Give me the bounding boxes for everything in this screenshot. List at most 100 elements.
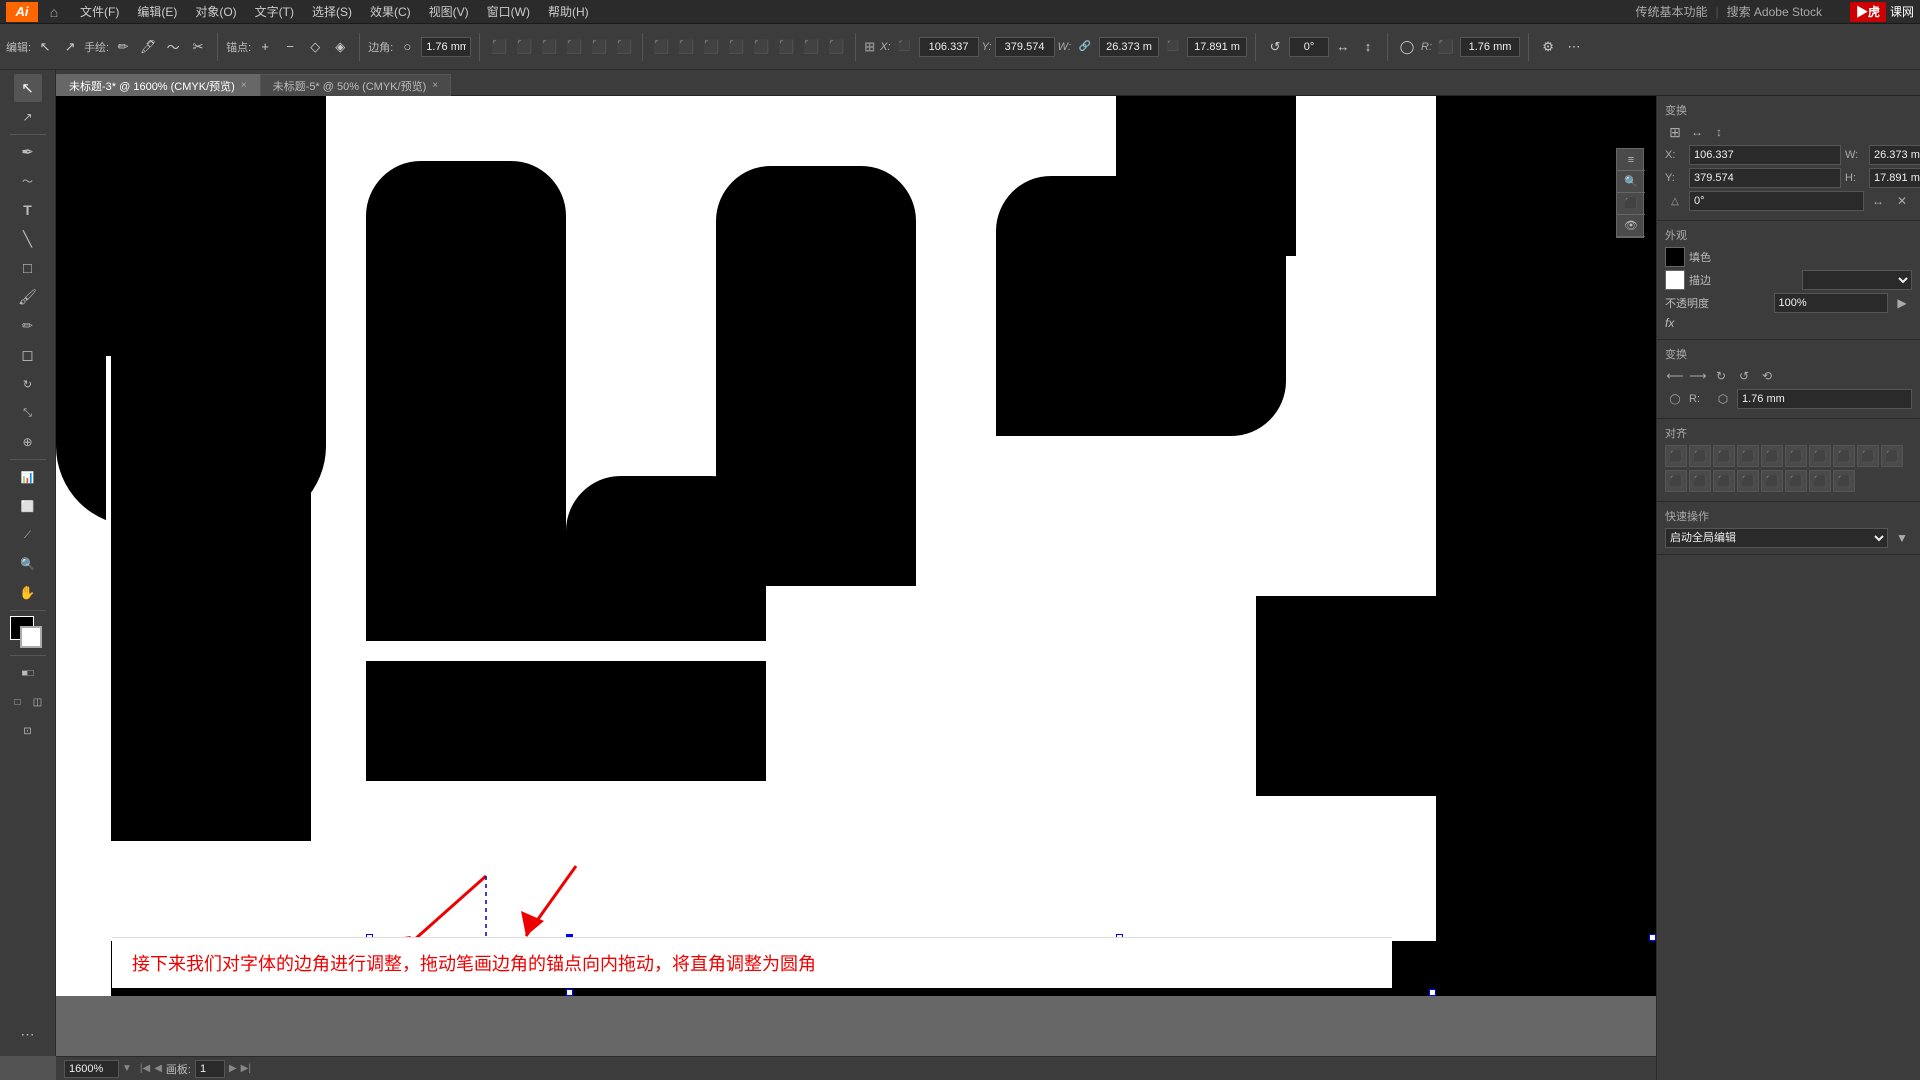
rp-w-input[interactable] [1869,145,1920,165]
distribute-v2-icon[interactable]: ⬛ [725,36,747,58]
anchor-right-3[interactable] [1649,934,1656,941]
line-tool[interactable]: ╲ [14,225,42,253]
h-input[interactable] [1187,37,1247,57]
stroke-select[interactable] [1802,270,1913,290]
scissors-icon[interactable]: ✂ [187,36,209,58]
puppet-warp-tool[interactable]: ⊕ [14,428,42,456]
dist-extra3-btn[interactable]: ⬛ [1761,470,1783,492]
t2-icon3[interactable]: ↻ [1711,366,1731,386]
add-anchor-icon[interactable]: + [254,36,276,58]
r-spin-icon[interactable]: ⬛ [1435,36,1457,58]
rp-angle-arrow2[interactable]: ✕ [1892,191,1912,211]
menu-object[interactable]: 对象(O) [187,1,244,22]
draw-normal-icon[interactable]: □ [9,688,27,716]
zoom-tool[interactable]: 🔍 [14,550,42,578]
eraser-tool[interactable]: ◻ [14,341,42,369]
quick-action-select[interactable]: 启动全局编辑 [1665,528,1888,548]
prev-page-btn[interactable]: |◀ [140,1063,150,1074]
align-left-btn[interactable]: ⬛ [1665,445,1687,467]
tab-1-close[interactable]: × [241,80,247,91]
pen-tool-icon[interactable]: ✏ [112,36,134,58]
tab-1[interactable]: 未标题-3* @ 1600% (CMYK/预览) × [56,74,260,96]
rp-angle-arrow1[interactable]: ↔ [1868,191,1888,211]
menu-file[interactable]: 文件(F) [72,1,127,22]
tab-2[interactable]: 未标题-5* @ 50% (CMYK/预览) × [260,74,451,96]
transform-flip-v-icon[interactable]: ↕ [1709,122,1729,142]
direct-select-tool[interactable]: ↗ [14,103,42,131]
distribute-v-icon[interactable]: ⬛ [675,36,697,58]
align-bottom-icon[interactable]: ⬛ [613,36,635,58]
r-input[interactable] [1460,37,1520,57]
selection-tool[interactable]: ↖ [14,74,42,102]
align-top-btn[interactable]: ⬛ [1737,445,1759,467]
transform-flip-h-icon[interactable]: ↔ [1687,122,1707,142]
stock-search[interactable]: 搜索 Adobe Stock [1727,3,1822,20]
align-extra1-btn[interactable]: ⬛ [1809,445,1831,467]
convert-anchor2-icon[interactable]: ◈ [329,36,351,58]
zoom-down-arrow[interactable]: ▼ [122,1063,132,1074]
opacity-arrow[interactable]: ▶ [1892,293,1912,313]
dist-extra2-btn[interactable]: ⬛ [1737,470,1759,492]
pen-tool[interactable]: ✒ [14,138,42,166]
workspace-label[interactable]: 传统基本功能 [1635,3,1707,20]
dist-v-btn[interactable]: ⬛ [1689,470,1711,492]
align-middle-icon[interactable]: ⬛ [588,36,610,58]
y-coord-input[interactable] [995,37,1055,57]
t2-icon5[interactable]: ⟲ [1757,366,1777,386]
dist-extra5-btn[interactable]: ⬛ [1809,470,1831,492]
flip-v-icon[interactable]: ↕ [1357,36,1379,58]
corner-value-input[interactable] [421,37,471,57]
align-extra3-btn[interactable]: ⬛ [1857,445,1879,467]
rp-y-input[interactable] [1689,168,1841,188]
curvature-tool[interactable]: 〜 [14,167,42,195]
radius-icon[interactable]: ◯ [1396,36,1418,58]
rp-h-input[interactable] [1869,168,1920,188]
artboard-input[interactable] [195,1060,225,1078]
rp-x-input[interactable] [1689,145,1841,165]
stroke-swatch[interactable] [20,626,42,648]
rp-r-input[interactable] [1737,389,1912,409]
next-page-btn[interactable]: ▶| [241,1063,251,1074]
mini-btn-3[interactable]: ⬛ [1617,193,1645,215]
align-center-btn[interactable]: ⬛ [1689,445,1711,467]
dist-extra6-btn[interactable]: ⬛ [1833,470,1855,492]
dist-extra4-btn[interactable]: ⬛ [1785,470,1807,492]
menu-window[interactable]: 窗口(W) [479,1,538,22]
menu-text[interactable]: 文字(T) [247,1,302,22]
quick-action-arrow[interactable]: ▼ [1892,528,1912,548]
align-extra2-btn[interactable]: ⬛ [1833,445,1855,467]
options-icon[interactable]: ⚙ [1537,36,1559,58]
menu-edit[interactable]: 编辑(E) [129,1,185,22]
more-tools-icon[interactable]: ⋯ [14,1020,42,1048]
rp-r-spin[interactable]: ⬡ [1713,389,1733,409]
anchor-right-2[interactable] [1429,989,1436,996]
align-top-icon[interactable]: ⬛ [563,36,585,58]
screen-mode-icon[interactable]: ⊡ [14,717,42,745]
x-coord-input[interactable] [919,37,979,57]
hand-tool[interactable]: ✋ [14,579,42,607]
draw-behind-icon[interactable]: ◫ [29,688,47,716]
prev-btn[interactable]: ◀ [154,1063,162,1074]
rotate-tool[interactable]: ↻ [14,370,42,398]
stroke-swatch[interactable] [1665,270,1685,290]
rotate-icon[interactable]: ↺ [1264,36,1286,58]
next-btn[interactable]: ▶ [229,1063,237,1074]
angle-input[interactable] [1289,37,1329,57]
convert-anchor-icon[interactable]: ◇ [304,36,326,58]
mini-btn-4[interactable]: 👁 [1617,215,1645,237]
mini-btn-1[interactable]: ≡ [1617,149,1645,171]
t2-icon1[interactable]: ⟵ [1665,366,1685,386]
scale-tool[interactable]: ⤡ [14,399,42,427]
align-bottom-btn[interactable]: ⬛ [1785,445,1807,467]
direct-selection-icon[interactable]: ↗ [59,36,81,58]
t2-icon4[interactable]: ↺ [1734,366,1754,386]
menu-help[interactable]: 帮助(H) [540,1,597,22]
align-right-icon[interactable]: ⬛ [538,36,560,58]
transform-anchor-icon[interactable]: ⊞ [1665,122,1685,142]
anchor-bl-3[interactable] [566,989,573,996]
graph-tool[interactable]: 📊 [14,463,42,491]
align-extra4-btn[interactable]: ⬛ [1881,445,1903,467]
zoom-input[interactable] [64,1060,119,1078]
dist-h-btn[interactable]: ⬛ [1665,470,1687,492]
pencil-tool[interactable]: ✏ [14,312,42,340]
